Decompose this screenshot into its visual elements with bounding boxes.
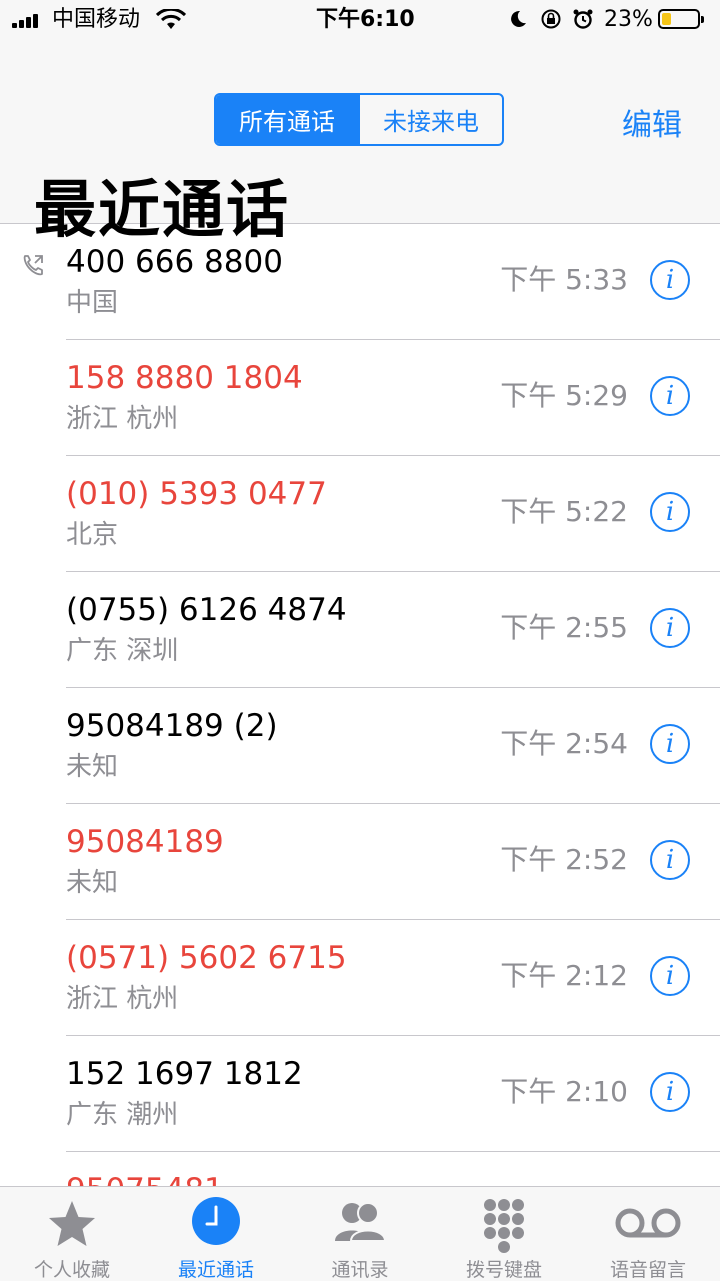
call-number: (010) 5393 0477: [66, 476, 327, 512]
edit-button[interactable]: 编辑: [622, 100, 682, 144]
orientation-lock-icon: [541, 9, 561, 29]
info-icon[interactable]: i: [650, 956, 690, 996]
tab-contacts[interactable]: 通讯录: [288, 1187, 432, 1281]
call-row[interactable]: (010) 5393 0477 北京 下午 5:22 i: [0, 456, 720, 572]
call-time: 下午 2:12: [500, 959, 628, 992]
tab-favorites[interactable]: 个人收藏: [0, 1187, 144, 1281]
call-location: 中国: [66, 288, 119, 318]
call-row[interactable]: 95084189 未知 下午 2:52 i: [0, 804, 720, 920]
info-icon[interactable]: i: [650, 260, 690, 300]
call-time: 下午 2:52: [500, 843, 628, 876]
call-location: 广东 深圳: [66, 636, 179, 666]
call-number: 152 1697 1812: [66, 1056, 303, 1092]
tab-label: 语音留言: [609, 1259, 686, 1281]
call-time: 下午 2:54: [500, 727, 628, 760]
tab-label: 最近通话: [177, 1259, 254, 1281]
tab-label: 通讯录: [331, 1259, 389, 1281]
call-number: (0571) 5602 6715: [66, 940, 347, 976]
call-location: 未知: [66, 752, 119, 782]
call-number: 400 666 8800: [66, 244, 283, 280]
call-row[interactable]: (0571) 5602 6715 浙江 杭州 下午 2:12 i: [0, 920, 720, 1036]
call-row[interactable]: 400 666 8800 中国 下午 5:33 i: [0, 224, 720, 340]
call-time: 下午 5:29: [500, 379, 628, 412]
info-icon[interactable]: i: [650, 376, 690, 416]
call-time: 下午 2:10: [500, 1075, 628, 1108]
call-location: 浙江 杭州: [66, 984, 179, 1014]
call-filter-segmented-control: 所有通话 未接来电: [214, 93, 504, 146]
call-location: 未知: [66, 868, 119, 898]
star-icon: [49, 1201, 95, 1246]
segment-missed-calls[interactable]: 未接来电: [358, 95, 502, 144]
tab-keypad[interactable]: 拨号键盘: [432, 1187, 576, 1281]
contacts-icon: [335, 1202, 387, 1242]
call-number: (0755) 6126 4874: [66, 592, 347, 628]
voicemail-icon: [615, 1208, 681, 1238]
recent-calls-list[interactable]: 400 666 8800 中国 下午 5:33 i 158 8880 1804 …: [0, 224, 720, 1186]
info-icon[interactable]: i: [650, 1072, 690, 1112]
call-number: 95084189 (2): [66, 708, 278, 744]
call-time: 下午 2:55: [500, 611, 628, 644]
info-icon[interactable]: i: [650, 840, 690, 880]
status-bar: 中国移动 下午6:10 23%: [0, 0, 720, 40]
tab-label: 拨号键盘: [465, 1259, 542, 1281]
tab-label: 个人收藏: [33, 1259, 110, 1281]
call-location: 浙江 杭州: [66, 404, 179, 434]
segment-all-calls[interactable]: 所有通话: [216, 95, 358, 144]
call-row[interactable]: (0755) 6126 4874 广东 深圳 下午 2:55 i: [0, 572, 720, 688]
battery-percent: 23%: [604, 7, 653, 32]
outgoing-call-icon: [23, 255, 43, 276]
call-number: 95075481: [66, 1170, 224, 1186]
call-time: 下午 5:33: [500, 263, 628, 296]
tab-bar: 个人收藏 最近通话 通讯录 拨号键盘 语音留言: [0, 1186, 720, 1281]
battery-icon: [658, 9, 704, 29]
call-number: 95084189: [66, 824, 224, 860]
alarm-icon: [573, 9, 593, 29]
call-row[interactable]: 152 1697 1812 广东 潮州 下午 2:10 i: [0, 1036, 720, 1152]
info-icon[interactable]: i: [650, 724, 690, 764]
call-row[interactable]: 158 8880 1804 浙江 杭州 下午 5:29 i: [0, 340, 720, 456]
tab-recents[interactable]: 最近通话: [144, 1187, 288, 1281]
moon-icon: [511, 10, 526, 27]
call-number: 158 8880 1804: [66, 360, 303, 396]
call-row[interactable]: 95075481: [0, 1152, 720, 1186]
signal-icon: [12, 14, 46, 28]
info-icon[interactable]: i: [650, 492, 690, 532]
call-location: 北京: [66, 520, 119, 550]
call-location: 广东 潮州: [66, 1100, 179, 1130]
tab-voicemail[interactable]: 语音留言: [576, 1187, 720, 1281]
status-time: 下午6:10: [316, 7, 415, 32]
call-row[interactable]: 95084189 (2) 未知 下午 2:54 i: [0, 688, 720, 804]
header: 所有通话 未接来电 编辑 最近通话: [0, 40, 720, 246]
carrier-name: 中国移动: [52, 7, 141, 32]
keypad-icon: [484, 1199, 524, 1253]
info-icon[interactable]: i: [650, 608, 690, 648]
call-time: 下午 5:22: [500, 495, 628, 528]
clock-icon: [192, 1197, 240, 1245]
wifi-icon: [156, 9, 186, 29]
